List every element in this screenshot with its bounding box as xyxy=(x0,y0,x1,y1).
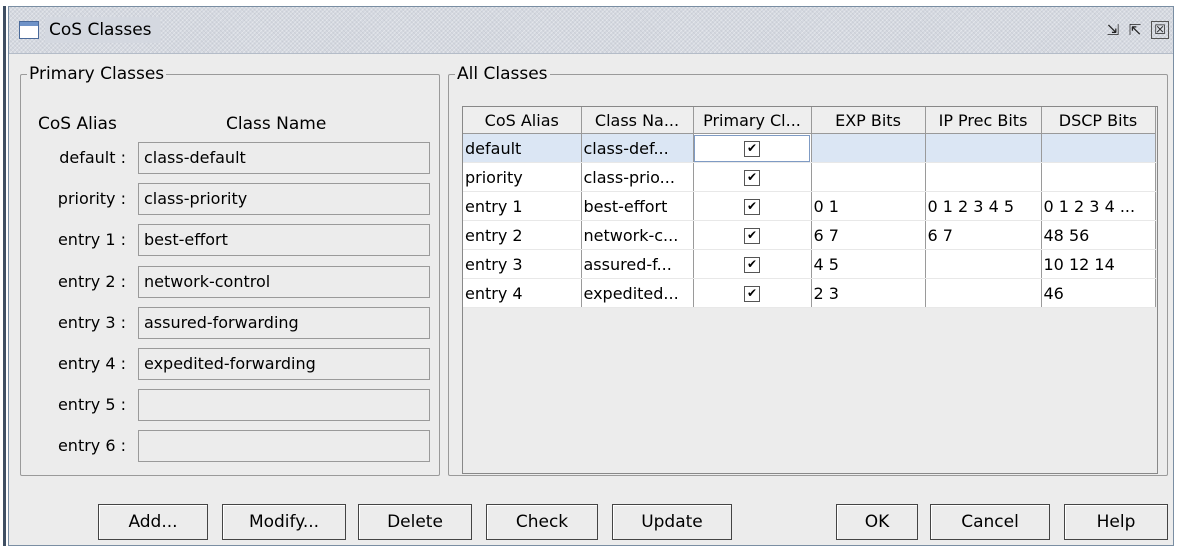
column-header[interactable]: IP Prec Bits xyxy=(925,107,1042,134)
primary-checkbox-cell[interactable]: ✔ xyxy=(693,278,812,308)
primary-checkbox-cell[interactable]: ✔ xyxy=(693,249,812,279)
table-cell-exp[interactable] xyxy=(811,133,926,163)
cancel-button[interactable]: Cancel xyxy=(930,504,1050,540)
table-header-row: CoS Alias Class Na... Primary Cl... EXP Bit… xyxy=(463,107,1156,134)
primary-row-label: entry 2 : xyxy=(57,272,126,291)
all-classes-legend: All Classes xyxy=(457,64,548,84)
primary-class-name-field: expedited-forwarding xyxy=(138,348,430,380)
checkbox-checked-icon[interactable]: ✔ xyxy=(744,257,760,273)
primary-classes-legend: Primary Classes xyxy=(29,64,165,84)
all-classes-table-scrollpane[interactable]: CoS Alias Class Na... Primary Cl... EXP Bit… xyxy=(462,106,1158,474)
modify-button[interactable]: Modify... xyxy=(222,504,346,540)
primary-class-name-field: assured-forwarding xyxy=(138,307,430,339)
checkbox-checked-icon[interactable]: ✔ xyxy=(744,199,760,215)
primary-row-label: default : xyxy=(59,148,126,167)
table-cell-dscp[interactable]: 46 xyxy=(1041,278,1156,308)
column-header[interactable]: Class Na... xyxy=(581,107,694,134)
primary-col-alias: CoS Alias xyxy=(38,114,117,134)
window-icon xyxy=(19,21,39,39)
table-cell-name[interactable]: class-def... xyxy=(581,133,694,163)
table-row[interactable]: entry 2 network-c... ✔ 6 76 7 48 56 xyxy=(463,220,1156,250)
table-cell-alias[interactable]: entry 4 xyxy=(463,278,582,308)
column-header[interactable]: EXP Bits xyxy=(811,107,926,134)
table-cell-name[interactable]: expedited... xyxy=(581,278,694,308)
all-classes-table: CoS Alias Class Na... Primary Cl... EXP Bit… xyxy=(463,107,1156,308)
table-cell-name[interactable]: assured-f... xyxy=(581,249,694,279)
table-cell-dscp[interactable] xyxy=(1041,133,1156,163)
table-cell-ipprec[interactable] xyxy=(925,278,1042,308)
table-row[interactable]: entry 4 expedited... ✔ 2 3 46 xyxy=(463,278,1156,308)
table-cell-exp[interactable]: 4 5 xyxy=(811,249,926,279)
column-header[interactable]: CoS Alias xyxy=(463,107,582,134)
primary-row-label: entry 4 : xyxy=(57,354,126,373)
table-cell-dscp[interactable]: 0 1 2 3 4 ... xyxy=(1041,191,1156,221)
close-icon[interactable]: ☒ xyxy=(1151,21,1169,39)
primary-checkbox-cell[interactable]: ✔ xyxy=(693,133,812,163)
table-row[interactable]: entry 1 best-effort ✔ 0 10 1 2 3 4 50 1 2 3… xyxy=(463,191,1156,221)
table-cell-name[interactable]: class-prio... xyxy=(581,162,694,192)
column-header[interactable]: DSCP Bits xyxy=(1041,107,1156,134)
primary-class-name-field: network-control xyxy=(138,266,430,298)
primary-checkbox-cell[interactable]: ✔ xyxy=(693,191,812,221)
table-cell-ipprec[interactable] xyxy=(925,162,1042,192)
table-cell-dscp[interactable]: 48 56 xyxy=(1041,220,1156,250)
table-cell-alias[interactable]: priority xyxy=(463,162,582,192)
ok-button[interactable]: OK xyxy=(836,504,918,540)
checkbox-checked-icon[interactable]: ✔ xyxy=(744,170,760,186)
table-row[interactable]: entry 3 assured-f... ✔ 4 5 10 12 14 xyxy=(463,249,1156,279)
table-cell-dscp[interactable]: 10 12 14 xyxy=(1041,249,1156,279)
primary-row-label: entry 6 : xyxy=(57,436,126,455)
table-cell-exp[interactable]: 0 1 xyxy=(811,191,926,221)
table-row[interactable]: priority class-prio... ✔ xyxy=(463,162,1156,192)
table-cell-ipprec[interactable] xyxy=(925,133,1042,163)
primary-col-name: Class Name xyxy=(226,114,327,134)
primary-row-label: priority : xyxy=(57,189,126,208)
help-button[interactable]: Help xyxy=(1064,504,1168,540)
title-bar[interactable]: CoS Classes ⇲ ⇱ ☒ xyxy=(9,7,1173,54)
checkbox-checked-icon[interactable]: ✔ xyxy=(744,286,760,302)
table-row[interactable]: default class-def... ✔ xyxy=(463,133,1156,163)
primary-class-name-field xyxy=(138,430,430,462)
primary-row-label: entry 3 : xyxy=(57,313,126,332)
primary-row-label: entry 1 : xyxy=(57,230,126,249)
delete-button[interactable]: Delete xyxy=(358,504,472,540)
primary-class-name-field: best-effort xyxy=(138,224,430,256)
table-cell-ipprec[interactable]: 0 1 2 3 4 5 xyxy=(925,191,1042,221)
table-cell-name[interactable]: network-c... xyxy=(581,220,694,250)
primary-row-label: entry 5 : xyxy=(57,395,126,414)
window-title: CoS Classes xyxy=(45,17,160,43)
checkbox-checked-icon[interactable]: ✔ xyxy=(744,141,760,157)
table-cell-name[interactable]: best-effort xyxy=(581,191,694,221)
table-cell-dscp[interactable] xyxy=(1041,162,1156,192)
check-button[interactable]: Check xyxy=(486,504,598,540)
table-cell-alias[interactable]: entry 2 xyxy=(463,220,582,250)
table-cell-ipprec[interactable]: 6 7 xyxy=(925,220,1042,250)
update-button[interactable]: Update xyxy=(612,504,732,540)
primary-class-name-field xyxy=(138,389,430,421)
primary-class-name-field: class-default xyxy=(138,142,430,174)
table-cell-alias[interactable]: entry 3 xyxy=(463,249,582,279)
table-cell-exp[interactable]: 2 3 xyxy=(811,278,926,308)
primary-checkbox-cell[interactable]: ✔ xyxy=(693,162,812,192)
table-cell-alias[interactable]: default xyxy=(463,133,582,163)
table-cell-exp[interactable]: 6 7 xyxy=(811,220,926,250)
column-header[interactable]: Primary Cl... xyxy=(693,107,812,134)
table-cell-ipprec[interactable] xyxy=(925,249,1042,279)
primary-class-name-field: class-priority xyxy=(138,183,430,215)
add-button[interactable]: Add... xyxy=(98,504,208,540)
table-cell-exp[interactable] xyxy=(811,162,926,192)
primary-checkbox-cell[interactable]: ✔ xyxy=(693,220,812,250)
checkbox-checked-icon[interactable]: ✔ xyxy=(744,228,760,244)
table-cell-alias[interactable]: entry 1 xyxy=(463,191,582,221)
restore-icon[interactable]: ⇲ xyxy=(1103,20,1123,40)
maximize-icon[interactable]: ⇱ xyxy=(1125,20,1145,40)
